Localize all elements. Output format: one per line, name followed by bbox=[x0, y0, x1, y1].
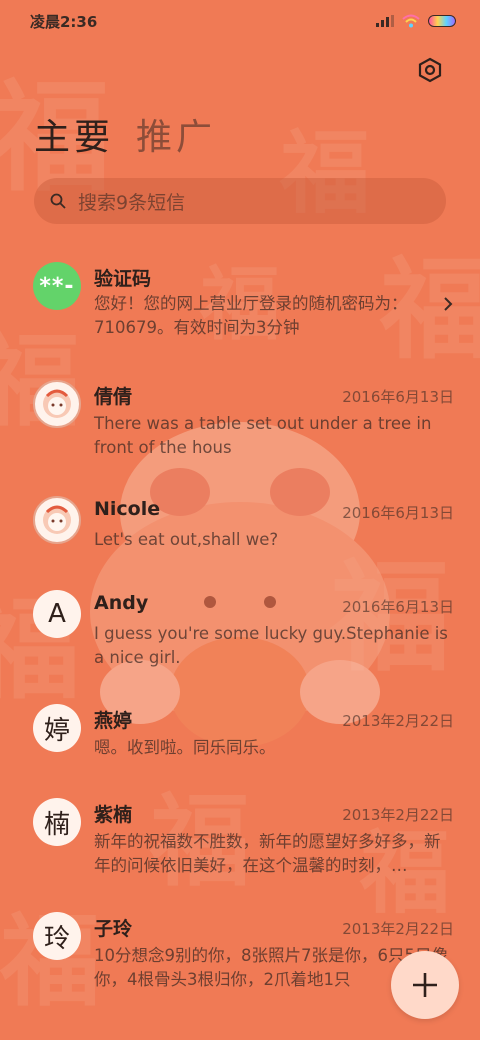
battery-icon bbox=[428, 15, 456, 27]
message-date: 2016年6月13日 bbox=[342, 598, 454, 616]
tab-promotions[interactable]: 推广 bbox=[136, 108, 216, 160]
message-date: 2016年6月13日 bbox=[342, 388, 454, 406]
message-preview: 新年的祝福数不胜数，新年的愿望好多好多，新年的问候依旧美好，在这个温馨的时刻，… bbox=[94, 832, 441, 875]
message-item-zinan[interactable]: 楠 紫楠 2013年2月22日 新年的祝福数不胜数，新年的愿望好多好多，新年的问… bbox=[0, 798, 480, 898]
message-preview: Let's eat out,shall we? bbox=[94, 530, 279, 549]
settings-icon bbox=[418, 57, 442, 83]
message-item-yanting[interactable]: 婷 燕婷 2013年2月22日 嗯。收到啦。同乐同乐。 bbox=[0, 704, 480, 774]
avatar: 婷 bbox=[33, 704, 81, 752]
lion-avatar-icon bbox=[33, 496, 81, 544]
search-input[interactable]: 搜索9条短信 bbox=[34, 178, 446, 224]
tab-primary[interactable]: 主要 bbox=[34, 108, 114, 160]
search-icon bbox=[50, 193, 66, 209]
avatar: 玲 bbox=[33, 912, 81, 960]
message-date: 2013年2月22日 bbox=[342, 712, 454, 730]
message-date: 2013年2月22日 bbox=[342, 806, 454, 824]
message-preview: I guess you're some lucky guy.Stephanie … bbox=[94, 624, 448, 667]
sender-name: 燕婷 bbox=[94, 710, 133, 732]
search-placeholder: 搜索9条短信 bbox=[78, 191, 186, 214]
message-item-verification[interactable]: **- 验证码 您好！您的网上营业厅登录的随机密码为：710679。有效时间为3… bbox=[0, 256, 480, 356]
tab-bar: 主要 推广 bbox=[34, 108, 216, 160]
message-preview: 嗯。收到啦。同乐同乐。 bbox=[94, 738, 276, 757]
new-message-button[interactable] bbox=[391, 951, 459, 1019]
message-preview: 您好！您的网上营业厅登录的随机密码为：710679。有效时间为3分钟 bbox=[94, 294, 408, 337]
sender-name: 验证码 bbox=[94, 268, 152, 290]
avatar: **- bbox=[33, 262, 81, 310]
message-item-andy[interactable]: A Andy 2016年6月13日 I guess you're some lu… bbox=[0, 590, 480, 680]
signal-icon bbox=[376, 15, 394, 27]
settings-button[interactable] bbox=[412, 52, 448, 88]
sender-name: Nicole bbox=[94, 498, 161, 520]
avatar: 楠 bbox=[33, 798, 81, 846]
sender-name: Andy bbox=[94, 592, 149, 614]
avatar: A bbox=[33, 590, 81, 638]
lion-avatar-icon bbox=[33, 380, 81, 428]
sender-name: 子玲 bbox=[94, 918, 133, 940]
status-time: 凌晨2:36 bbox=[30, 12, 98, 31]
wifi-icon bbox=[402, 14, 420, 28]
sender-name: 倩倩 bbox=[94, 386, 133, 408]
status-bar: 凌晨2:36 bbox=[0, 0, 480, 42]
message-item-qianqian[interactable]: 倩倩 2016年6月13日 There was a table set out … bbox=[0, 378, 480, 478]
plus-icon bbox=[413, 973, 437, 997]
message-item-nicole[interactable]: Nicole 2016年6月13日 Let's eat out,shall we… bbox=[0, 496, 480, 566]
chevron-right-icon bbox=[444, 297, 453, 311]
message-preview: There was a table set out under a tree i… bbox=[94, 414, 432, 457]
message-date: 2013年2月22日 bbox=[342, 920, 454, 938]
message-date: 2016年6月13日 bbox=[342, 504, 454, 522]
sender-name: 紫楠 bbox=[94, 804, 133, 826]
